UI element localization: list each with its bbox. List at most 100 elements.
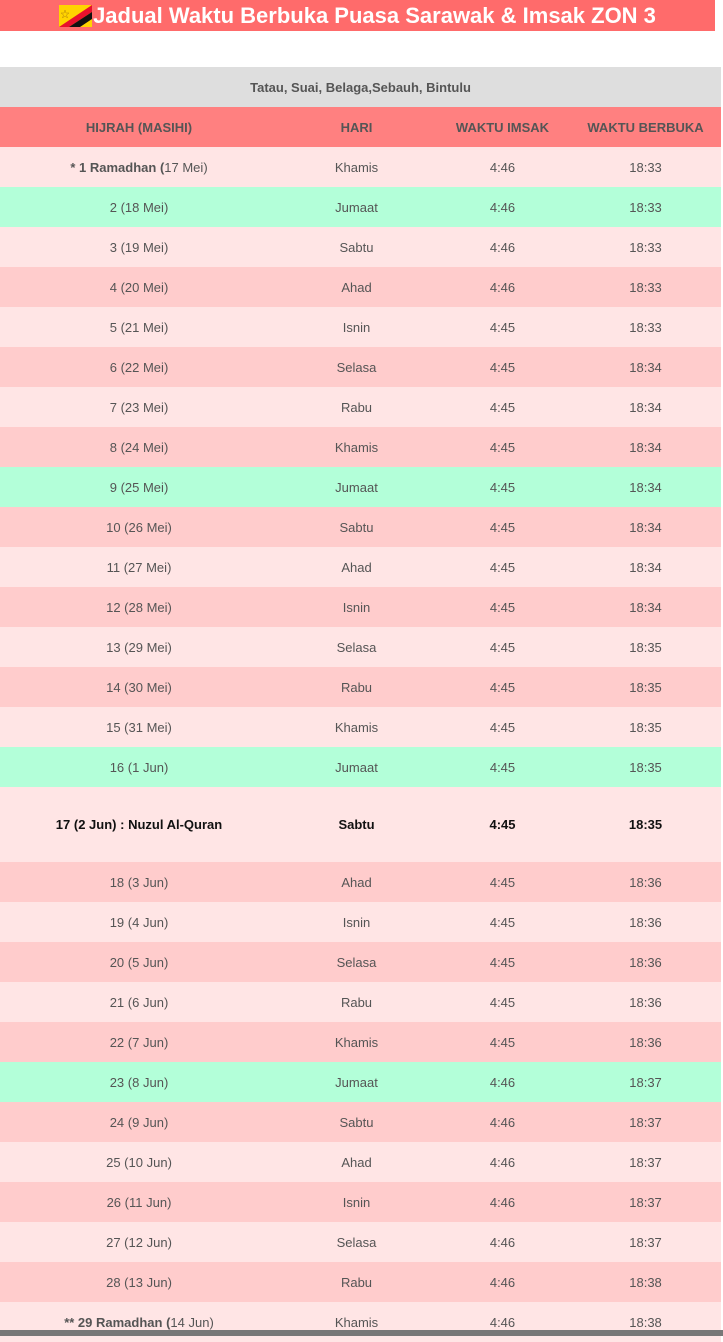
cell-berbuka: 18:33 — [629, 239, 662, 255]
hijrah-day: 15 — [106, 719, 121, 735]
table-row: 15 (31 Mei) Khamis 4:45 18:35 — [0, 707, 722, 747]
cell-berbuka: 18:35 — [629, 679, 662, 695]
cell-imsak: 4:46 — [489, 1314, 516, 1330]
masihi-date: 9 Jun — [132, 1114, 164, 1130]
masihi-date: 26 Mei — [128, 519, 168, 535]
cell-hijrah: 2 (18 Mei) — [109, 199, 169, 215]
masihi-date: 19 Mei — [124, 239, 164, 255]
masihi-date: 25 Mei — [124, 479, 164, 495]
cell-hijrah: 17 (2 Jun) : Nuzul Al-Quran — [55, 817, 223, 832]
masihi-date: 5 Jun — [132, 954, 164, 970]
hijrah-day: 25 — [106, 1154, 121, 1170]
masihi-date: 24 Mei — [124, 439, 164, 455]
cell-hijrah: 25 (10 Jun) — [106, 1154, 172, 1170]
cell-imsak: 4:46 — [489, 239, 516, 255]
hijrah-day: 23 — [109, 1074, 125, 1090]
cell-hari: Jumaat — [335, 1074, 378, 1090]
cell-imsak: 4:46 — [489, 159, 516, 175]
cell-hari: Khamis — [334, 1034, 379, 1050]
masihi-date: 10 Jun — [128, 1154, 168, 1170]
masihi-date: 4 Jun — [132, 914, 164, 930]
cell-hari: Ahad — [341, 1154, 372, 1170]
hijrah-day: 4 — [109, 279, 117, 295]
hijrah-day: 2 — [109, 199, 117, 215]
cell-imsak: 4:45 — [489, 359, 516, 375]
cell-berbuka: 18:35 — [628, 817, 663, 832]
cell-imsak: 4:45 — [489, 914, 516, 930]
row-prefix: * — [70, 159, 80, 175]
cell-hijrah: 11 (27 Mei) — [106, 559, 172, 575]
title-bar: Jadual Waktu Berbuka Puasa Sarawak & Ims… — [0, 0, 715, 31]
cell-imsak: 4:46 — [489, 1074, 516, 1090]
cell-hari: Selasa — [336, 954, 377, 970]
masihi-date: 8 Jun — [132, 1074, 164, 1090]
cell-berbuka: 18:34 — [629, 599, 662, 615]
cell-berbuka: 18:33 — [629, 279, 662, 295]
cell-hari: Ahad — [341, 874, 372, 890]
masihi-date: 29 Mei — [128, 639, 168, 655]
cell-imsak: 4:45 — [489, 874, 516, 890]
cell-berbuka: 18:36 — [629, 994, 662, 1010]
column-header-imsak: WAKTU IMSAK — [435, 107, 570, 147]
table-row: 19 (4 Jun) Isnin 4:45 18:36 — [0, 902, 722, 942]
masihi-date: 12 Jun — [128, 1234, 168, 1250]
zone-label: Tatau, Suai, Belaga,Sebauh, Bintulu — [0, 67, 722, 107]
table-row: ** 29 Ramadhan (14 Jun) Khamis 4:46 18:38 — [0, 1302, 722, 1342]
masihi-date: 6 Jun — [132, 994, 164, 1010]
table-row: 11 (27 Mei) Ahad 4:45 18:34 — [0, 547, 722, 587]
cell-hijrah: 28 (13 Jun) — [106, 1274, 172, 1290]
hijrah-day: 19 — [109, 914, 125, 930]
cell-berbuka: 18:35 — [629, 759, 662, 775]
cell-hari: Selasa — [336, 639, 377, 655]
cell-hijrah: 18 (3 Jun) — [109, 874, 169, 890]
cell-hari: Sabtu — [338, 817, 375, 832]
hijrah-day: 1 Ramadhan — [79, 159, 157, 175]
table-row: 17 (2 Jun) : Nuzul Al-Quran Sabtu 4:45 18:3… — [0, 787, 722, 862]
horizontal-scrollbar[interactable] — [0, 1330, 723, 1336]
hijrah-day: 6 — [109, 359, 117, 375]
cell-hari: Sabtu — [339, 1114, 374, 1130]
cell-hijrah: 4 (20 Mei) — [109, 279, 169, 295]
masihi-date: 3 Jun — [132, 874, 164, 890]
hijrah-day: 18 — [109, 874, 125, 890]
table-row: 13 (29 Mei) Selasa 4:45 18:35 — [0, 627, 722, 667]
masihi-date: 1 Jun — [132, 759, 164, 775]
header-row: HIJRAH (MASIHI) HARI WAKTU IMSAK WAKTU B… — [0, 107, 722, 147]
column-header-hari: HARI — [278, 107, 435, 147]
masihi-date: 28 Mei — [128, 599, 168, 615]
cell-hijrah: 8 (24 Mei) — [109, 439, 169, 455]
cell-hijrah: 13 (29 Mei) — [106, 639, 172, 655]
cell-imsak: 4:45 — [489, 319, 516, 335]
masihi-date: 11 Jun — [129, 1194, 168, 1210]
cell-berbuka: 18:33 — [629, 319, 662, 335]
cell-hari: Rabu — [340, 399, 373, 415]
table-row: 24 (9 Jun) Sabtu 4:46 18:37 — [0, 1102, 722, 1142]
cell-berbuka: 18:33 — [629, 159, 662, 175]
cell-hari: Sabtu — [339, 519, 374, 535]
table-row: 2 (18 Mei) Jumaat 4:46 18:33 — [0, 187, 722, 227]
hijrah-day: 12 — [106, 599, 121, 615]
hijrah-day: 17 — [55, 817, 71, 832]
table-row: 28 (13 Jun) Rabu 4:46 18:38 — [0, 1262, 722, 1302]
cell-imsak: 4:45 — [489, 599, 516, 615]
cell-imsak: 4:45 — [489, 759, 516, 775]
column-header-berbuka: WAKTU BERBUKA — [570, 107, 722, 147]
table-row: 25 (10 Jun) Ahad 4:46 18:37 — [0, 1142, 722, 1182]
cell-berbuka: 18:37 — [629, 1234, 662, 1250]
table-row: 26 (11 Jun) Isnin 4:46 18:37 — [0, 1182, 722, 1222]
masihi-date: 31 Mei — [128, 719, 168, 735]
cell-berbuka: 18:38 — [629, 1314, 662, 1330]
cell-imsak: 4:46 — [489, 1154, 516, 1170]
hijrah-day: 8 — [109, 439, 117, 455]
hijrah-day: 9 — [109, 479, 117, 495]
cell-hari: Sabtu — [339, 239, 374, 255]
cell-imsak: 4:45 — [489, 559, 516, 575]
cell-hijrah: 19 (4 Jun) — [109, 914, 169, 930]
masihi-date: 18 Mei — [124, 199, 164, 215]
hijrah-day: 21 — [109, 994, 125, 1010]
cell-hijrah: 23 (8 Jun) — [109, 1074, 169, 1090]
cell-hijrah: 6 (22 Mei) — [109, 359, 169, 375]
table-row: 9 (25 Mei) Jumaat 4:45 18:34 — [0, 467, 722, 507]
hijrah-day: 10 — [106, 519, 121, 535]
cell-berbuka: 18:37 — [629, 1194, 662, 1210]
